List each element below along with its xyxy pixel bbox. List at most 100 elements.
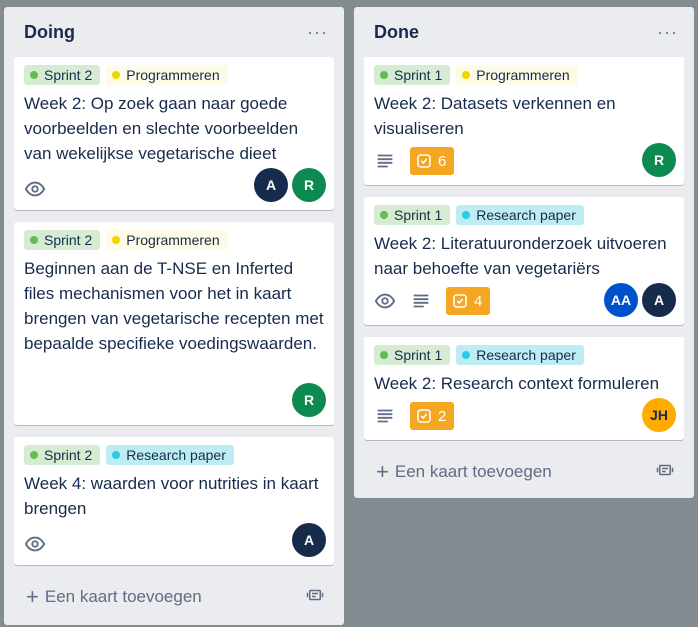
card-labels: Sprint 1 Research paper bbox=[374, 345, 674, 365]
card[interactable]: Sprint 1 Research paper Week 2: Research… bbox=[364, 337, 684, 440]
label-text: Sprint 1 bbox=[394, 67, 443, 83]
label-dot bbox=[462, 351, 471, 359]
description-icon bbox=[410, 290, 432, 312]
label-text: Research paper bbox=[476, 207, 576, 223]
label-text: Research paper bbox=[126, 447, 226, 463]
label-dot bbox=[112, 71, 121, 79]
card-members: R bbox=[642, 143, 676, 177]
eye-icon bbox=[24, 178, 46, 200]
card-title: Week 2: Op zoek gaan naar goede voorbeel… bbox=[24, 94, 299, 163]
card-title: Week 2: Literatuuronderzoek uitvoeren na… bbox=[374, 234, 667, 278]
card-labels: Sprint 1 Research paper bbox=[374, 205, 674, 225]
avatar[interactable]: A bbox=[292, 523, 326, 557]
card-members: JH bbox=[642, 398, 676, 432]
card[interactable]: Sprint 2 Programmeren Beginnen aan de T-… bbox=[14, 222, 334, 425]
card-badges bbox=[24, 178, 46, 200]
label-text: Sprint 1 bbox=[394, 207, 443, 223]
label-sprint[interactable]: Sprint 2 bbox=[24, 230, 101, 250]
label-category[interactable]: Research paper bbox=[106, 445, 234, 465]
label-category[interactable]: Research paper bbox=[456, 205, 584, 225]
avatar[interactable]: A bbox=[642, 283, 676, 317]
label-text: Research paper bbox=[476, 347, 576, 363]
list-menu-button[interactable]: ··· bbox=[657, 23, 678, 41]
description-icon bbox=[374, 150, 396, 172]
checklist-count: 4 bbox=[474, 292, 483, 310]
card-badges: 2 bbox=[374, 402, 455, 430]
card-members: A bbox=[292, 523, 326, 557]
plus-icon: + bbox=[26, 584, 39, 609]
card[interactable]: Sprint 2 Research paper Week 4: waarden … bbox=[14, 437, 334, 565]
card-title: Week 2: Research context formuleren bbox=[374, 374, 660, 393]
avatar[interactable]: AA bbox=[604, 283, 638, 317]
label-dot bbox=[112, 236, 121, 244]
label-dot bbox=[30, 71, 38, 79]
label-sprint[interactable]: Sprint 2 bbox=[24, 65, 101, 85]
add-card-button[interactable]: + Een kaart toevoegen bbox=[14, 580, 334, 614]
description-icon bbox=[374, 405, 396, 427]
label-category[interactable]: Research paper bbox=[456, 345, 584, 365]
card-labels: Sprint 1 Programmeren bbox=[374, 65, 674, 85]
label-sprint[interactable]: Sprint 1 bbox=[374, 345, 451, 365]
label-dot bbox=[380, 211, 388, 219]
label-text: Sprint 2 bbox=[44, 447, 93, 463]
card-title: Week 2: Datasets verkennen en visualiser… bbox=[374, 94, 616, 138]
avatar[interactable]: R bbox=[292, 383, 326, 417]
card-labels: Sprint 2 Programmeren bbox=[24, 65, 324, 85]
label-dot bbox=[112, 451, 121, 459]
add-card-label: Een kaart toevoegen bbox=[394, 462, 552, 481]
avatar[interactable]: JH bbox=[642, 398, 676, 432]
list-title[interactable]: Done bbox=[374, 22, 419, 43]
label-text: Sprint 1 bbox=[394, 347, 443, 363]
card-labels: Sprint 2 Programmeren bbox=[24, 230, 324, 250]
add-card-left: + Een kaart toevoegen bbox=[376, 461, 552, 483]
checklist-icon bbox=[417, 154, 431, 168]
card[interactable]: Sprint 1 Programmeren Week 2: Datasets v… bbox=[364, 57, 684, 185]
label-dot bbox=[462, 71, 471, 79]
card-title: Week 4: waarden voor nutrities in kaart … bbox=[24, 474, 319, 518]
card-title: Beginnen aan de T-NSE en Inferted files … bbox=[24, 259, 324, 353]
label-dot bbox=[380, 71, 388, 79]
label-text: Sprint 2 bbox=[44, 232, 93, 248]
avatar[interactable]: R bbox=[642, 143, 676, 177]
list-done: Done ··· Sprint 1 Programmeren Week 2: D… bbox=[354, 7, 694, 498]
checklist-badge: 4 bbox=[446, 287, 491, 315]
label-category[interactable]: Programmeren bbox=[106, 65, 228, 85]
label-category[interactable]: Programmeren bbox=[456, 65, 578, 85]
label-sprint[interactable]: Sprint 2 bbox=[24, 445, 101, 465]
checklist-icon bbox=[417, 409, 431, 423]
list-title[interactable]: Doing bbox=[24, 22, 75, 43]
checklist-count: 6 bbox=[438, 152, 447, 170]
list-doing: Doing ··· Sprint 2 Programmeren Week 2: … bbox=[4, 7, 344, 625]
card[interactable]: Sprint 1 Research paper Week 2: Literatu… bbox=[364, 197, 684, 325]
label-dot bbox=[30, 236, 38, 244]
card[interactable]: Sprint 2 Programmeren Week 2: Op zoek ga… bbox=[14, 57, 334, 210]
label-dot bbox=[462, 211, 471, 219]
add-card-button[interactable]: + Een kaart toevoegen bbox=[364, 455, 684, 489]
card-badges bbox=[24, 533, 46, 555]
label-text: Sprint 2 bbox=[44, 67, 93, 83]
card-labels: Sprint 2 Research paper bbox=[24, 445, 324, 465]
avatar[interactable]: R bbox=[292, 168, 326, 202]
list-header: Doing ··· bbox=[4, 7, 344, 57]
label-text: Programmeren bbox=[476, 67, 570, 83]
card-members: A R bbox=[254, 168, 326, 202]
checklist-count: 2 bbox=[438, 407, 447, 425]
checklist-badge: 2 bbox=[410, 402, 455, 430]
label-sprint[interactable]: Sprint 1 bbox=[374, 65, 451, 85]
card-badges: 6 bbox=[374, 147, 455, 175]
card-badges: 4 bbox=[374, 287, 491, 315]
plus-icon: + bbox=[376, 459, 389, 484]
avatar[interactable]: A bbox=[254, 168, 288, 202]
label-dot bbox=[380, 351, 388, 359]
label-text: Programmeren bbox=[126, 232, 220, 248]
list-header: Done ··· bbox=[354, 7, 694, 57]
add-card-label: Een kaart toevoegen bbox=[44, 587, 202, 606]
label-dot bbox=[30, 451, 38, 459]
list-menu-button[interactable]: ··· bbox=[307, 23, 328, 41]
template-icon[interactable] bbox=[306, 586, 324, 609]
card-members: R bbox=[292, 383, 326, 417]
label-sprint[interactable]: Sprint 1 bbox=[374, 205, 451, 225]
checklist-icon bbox=[453, 294, 467, 308]
label-category[interactable]: Programmeren bbox=[106, 230, 228, 250]
template-icon[interactable] bbox=[656, 461, 674, 484]
